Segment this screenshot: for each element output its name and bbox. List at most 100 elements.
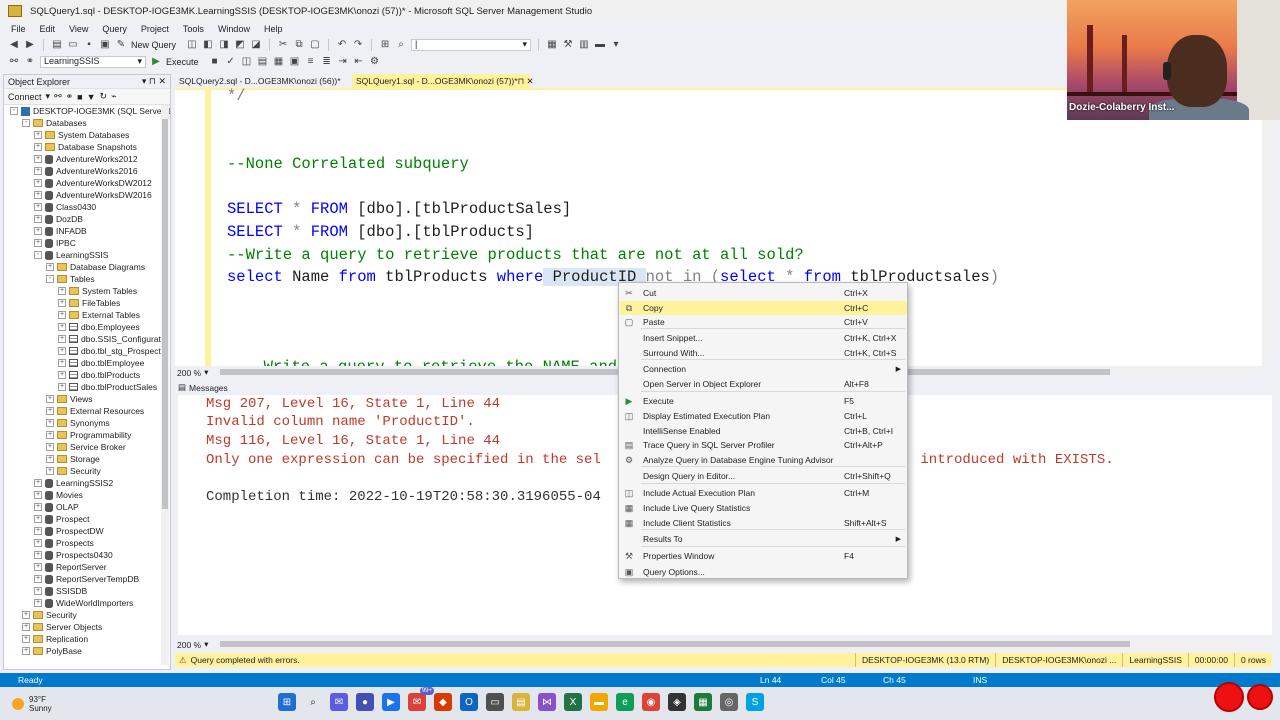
indent-icon[interactable]: ⇥ <box>337 56 349 68</box>
properties-icon[interactable]: ⚒ <box>562 39 574 51</box>
pin-icon[interactable]: ▾ ⊓ ✕ <box>142 76 166 87</box>
forward-icon[interactable]: ▶ <box>24 39 36 51</box>
context-menu-item[interactable]: Connection ▶ <box>620 362 907 376</box>
connect-dropdown[interactable]: Connect <box>8 92 42 102</box>
excel-icon[interactable]: X <box>564 693 582 711</box>
expand-icon[interactable]: + <box>34 587 42 595</box>
tree-node[interactable]: + Storage <box>4 453 170 465</box>
tree-node[interactable]: + System Tables <box>4 285 170 297</box>
code-line-partial[interactable]: --Write a query to retrieve the NAME and… <box>245 358 617 366</box>
expand-icon[interactable]: + <box>46 455 54 463</box>
cut-icon[interactable]: ✂ <box>277 39 289 51</box>
expand-icon[interactable]: + <box>58 287 66 295</box>
tree-node[interactable]: + ReportServerTempDB <box>4 573 170 585</box>
tree-node[interactable]: + dbo.tblProductSales <box>4 381 170 393</box>
specify-values-icon[interactable]: ⚙ <box>369 56 381 68</box>
expand-icon[interactable]: + <box>34 491 42 499</box>
back-icon[interactable]: ◀ <box>8 39 20 51</box>
context-menu-item[interactable]: ▦ Include Client Statistics Shift+Alt+S <box>620 516 907 530</box>
dmx-icon[interactable]: ◨ <box>218 39 230 51</box>
menu-edit[interactable]: Edit <box>33 24 63 34</box>
expand-icon[interactable]: + <box>46 395 54 403</box>
context-menu-item[interactable]: ▦ Include Live Query Statistics <box>620 501 907 515</box>
context-menu-item[interactable]: ⚒ Properties Window F4 <box>620 549 907 563</box>
expand-icon[interactable]: + <box>34 191 42 199</box>
expand-icon[interactable]: + <box>22 635 30 643</box>
activity-monitor-icon[interactable]: ⊞ <box>379 39 391 51</box>
context-menu-item[interactable]: Open Server in Object Explorer Alt+F8 <box>620 377 907 391</box>
context-menu-item[interactable]: ⚙ Analyze Query in Database Engine Tuning… <box>620 453 907 467</box>
collapse-icon[interactable]: - <box>34 251 42 259</box>
server-icon[interactable]: ▦ <box>546 39 558 51</box>
expand-icon[interactable]: + <box>34 215 42 223</box>
tree-node[interactable]: + System Databases <box>4 129 170 141</box>
tree-node[interactable]: + dbo.tblProducts <box>4 369 170 381</box>
weather-widget[interactable]: 93°F Sunny <box>12 695 52 713</box>
tree-node[interactable]: + dbo.tblEmployee <box>4 357 170 369</box>
chat-icon[interactable]: ● <box>356 693 374 711</box>
connect-icon[interactable]: ⚯ <box>54 91 62 102</box>
expand-icon[interactable]: + <box>58 347 66 355</box>
tree-node[interactable]: + Programmability <box>4 429 170 441</box>
outlook-icon[interactable]: O <box>460 693 478 711</box>
dax-icon[interactable]: ◪ <box>250 39 262 51</box>
edge-icon[interactable]: e <box>616 693 634 711</box>
execute-button[interactable]: Execute <box>166 57 199 67</box>
stop-icon[interactable]: ■ <box>209 56 221 68</box>
tree-node[interactable]: - DESKTOP-IOGE3MK (SQL Server 13. <box>4 105 170 117</box>
mdx-icon[interactable]: ◧ <box>202 39 214 51</box>
object-explorer-icon[interactable]: ▥ <box>578 39 590 51</box>
menu-query[interactable]: Query <box>95 24 134 34</box>
xmla-icon[interactable]: ◩ <box>234 39 246 51</box>
expand-icon[interactable]: + <box>34 515 42 523</box>
results-horizontal-scrollbar[interactable] <box>220 640 1260 648</box>
save-all-icon[interactable]: ▣ <box>99 39 111 51</box>
context-menu-item[interactable]: Surround With... Ctrl+K, Ctrl+S <box>620 346 907 360</box>
outdent-icon[interactable]: ⇤ <box>353 56 365 68</box>
filter-icon[interactable]: ▼ <box>87 92 96 102</box>
tree-node[interactable]: + Prospects <box>4 537 170 549</box>
tree-node[interactable]: + LearningSSIS2 <box>4 477 170 489</box>
tree-node[interactable]: - LearningSSIS <box>4 249 170 261</box>
tree-node[interactable]: - Tables <box>4 273 170 285</box>
code-line[interactable]: --Write a query to retrieve products tha… <box>227 246 804 264</box>
results-grid-icon[interactable]: ▦ <box>273 56 285 68</box>
expand-icon[interactable]: + <box>34 143 42 151</box>
save-icon[interactable]: ▪ <box>83 39 95 51</box>
expand-icon[interactable]: + <box>22 623 30 631</box>
cube-icon[interactable]: ◈ <box>668 693 686 711</box>
chevron-down-icon[interactable]: ▾ <box>46 91 51 102</box>
expand-icon[interactable]: + <box>34 575 42 583</box>
results-zoom[interactable]: 200 % ▾ <box>177 639 209 650</box>
teams-icon[interactable]: ✉ <box>330 693 348 711</box>
tree-node[interactable]: + ProspectDW <box>4 525 170 537</box>
expand-icon[interactable]: + <box>34 479 42 487</box>
expand-icon[interactable]: + <box>34 563 42 571</box>
code-line[interactable]: SELECT * FROM [dbo].[tblProducts] <box>227 223 534 241</box>
menu-help[interactable]: Help <box>257 24 290 34</box>
expand-icon[interactable]: + <box>58 299 66 307</box>
expand-icon[interactable]: + <box>34 155 42 163</box>
open-file-icon[interactable]: ▭ <box>67 39 79 51</box>
customize-icon[interactable]: ▾ <box>610 39 622 51</box>
expand-icon[interactable]: + <box>58 323 66 331</box>
record-button[interactable] <box>1247 684 1273 710</box>
expand-icon[interactable]: + <box>34 131 42 139</box>
code-line[interactable]: --None Correlated subquery <box>227 155 469 173</box>
code-line[interactable]: SELECT * FROM [dbo].[tblProductSales] <box>227 200 571 218</box>
tree-node[interactable]: + OLAP <box>4 501 170 513</box>
tree-node[interactable]: + External Resources <box>4 405 170 417</box>
tree-node[interactable]: + Synonyms <box>4 417 170 429</box>
expand-icon[interactable]: + <box>34 599 42 607</box>
expand-icon[interactable]: + <box>34 227 42 235</box>
expand-icon[interactable]: + <box>46 467 54 475</box>
intellisense-icon[interactable]: ▤ <box>257 56 269 68</box>
search-icon[interactable]: ⌕ <box>304 693 322 711</box>
tree-node[interactable]: + SSISDB <box>4 585 170 597</box>
tree-node[interactable]: + External Tables <box>4 309 170 321</box>
new-project-icon[interactable]: ▤ <box>51 39 63 51</box>
tree-node[interactable]: + Views <box>4 393 170 405</box>
comment-icon[interactable]: ≡ <box>305 56 317 68</box>
office-icon[interactable]: ◆ <box>434 693 452 711</box>
record-button[interactable] <box>1214 682 1244 712</box>
